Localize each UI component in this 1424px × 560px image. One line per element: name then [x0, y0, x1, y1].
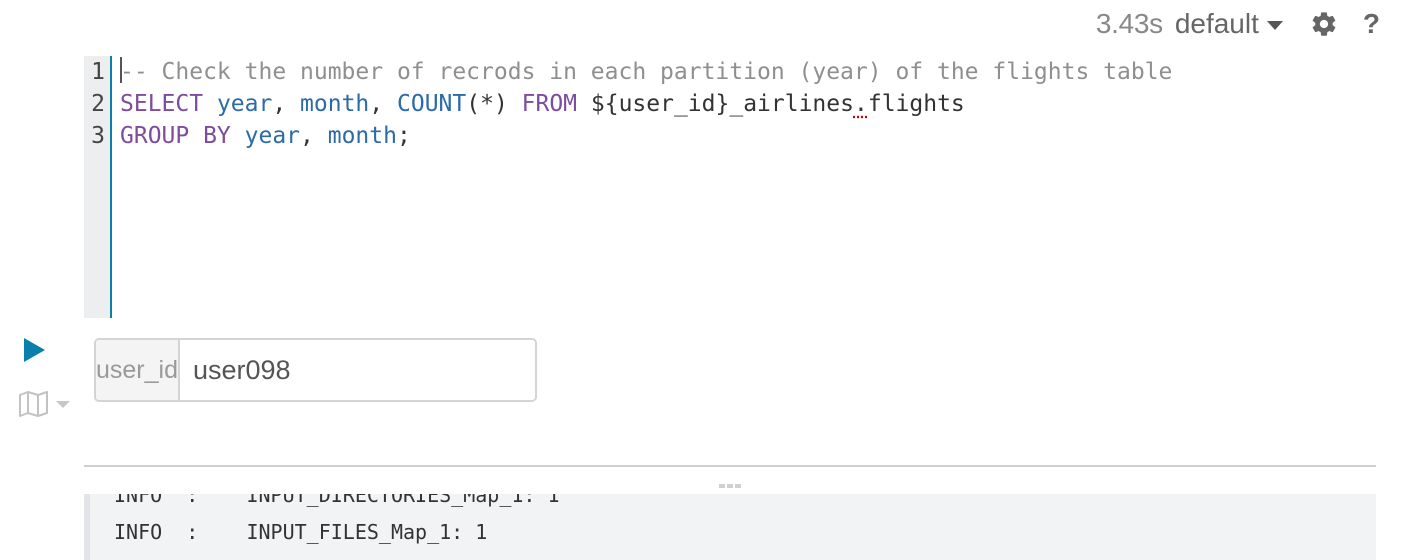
gear-icon	[1312, 12, 1336, 36]
code-warning-token: .	[853, 91, 868, 117]
results-divider	[84, 465, 1376, 467]
code-keyword: GROUP BY	[120, 123, 231, 149]
line-number: 3	[91, 123, 105, 149]
grip-dot	[735, 484, 741, 488]
code-comment: -- Check the number of recrods in each p…	[120, 59, 1173, 85]
caret-down-icon	[56, 400, 70, 408]
database-selector-label: default	[1174, 8, 1259, 39]
caret-down-icon	[1266, 21, 1283, 30]
query-log-panel[interactable]: INFO : INPUT_DIRECTORIES_Map_1: 1 INFO :…	[84, 494, 1376, 560]
code-text: flights	[867, 91, 965, 117]
code-identifier: month	[327, 123, 397, 149]
log-line: INFO : INPUT_DIRECTORIES_Map_1: 1	[114, 494, 560, 507]
code-identifier: COUNT	[397, 91, 467, 117]
code-text: ,	[300, 123, 328, 149]
code-text: (*)	[466, 91, 522, 117]
grip-dot	[727, 484, 733, 488]
code-line: -- Check the number of recrods in each p…	[120, 56, 1376, 88]
run-query-button[interactable]	[24, 338, 46, 364]
code-text: ;	[396, 123, 411, 149]
help-button[interactable]: ?	[1363, 8, 1380, 40]
map-icon	[19, 391, 48, 417]
code-text: ,	[272, 91, 301, 117]
execution-time: 3.43s	[1095, 8, 1163, 39]
code-text: ${user_id}_airlines	[577, 91, 854, 117]
variable-label: user_id	[96, 340, 180, 400]
code-identifier: year	[244, 123, 301, 149]
code-area[interactable]: -- Check the number of recrods in each p…	[120, 56, 1376, 152]
code-text: ,	[369, 91, 397, 117]
code-keyword: FROM	[521, 91, 578, 117]
explain-dropdown-button[interactable]	[18, 390, 70, 418]
sql-editor[interactable]: 1 2 3 -- Check the number of recrods in …	[84, 56, 1376, 318]
code-line: SELECT year, month, COUNT(*) FROM ${user…	[120, 88, 1376, 120]
variable-group: user_id	[94, 338, 537, 402]
editor-toolbar: 3.43s default ?	[1096, 4, 1380, 44]
variable-input[interactable]	[180, 340, 535, 400]
line-number: 1	[91, 59, 105, 85]
resize-handle[interactable]	[718, 482, 742, 490]
grip-dot	[719, 484, 725, 488]
code-line: GROUP BY year, month;	[120, 120, 1376, 152]
code-identifier: month	[300, 91, 370, 117]
database-selector[interactable]: default	[1175, 8, 1283, 40]
settings-button[interactable]	[1307, 7, 1341, 41]
code-keyword: SELECT	[120, 91, 204, 117]
code-identifier: year	[216, 91, 273, 117]
line-number-gutter: 1 2 3	[84, 56, 112, 318]
line-number: 2	[91, 91, 105, 117]
log-line: INFO : INPUT_FILES_Map_1: 1	[114, 520, 488, 544]
